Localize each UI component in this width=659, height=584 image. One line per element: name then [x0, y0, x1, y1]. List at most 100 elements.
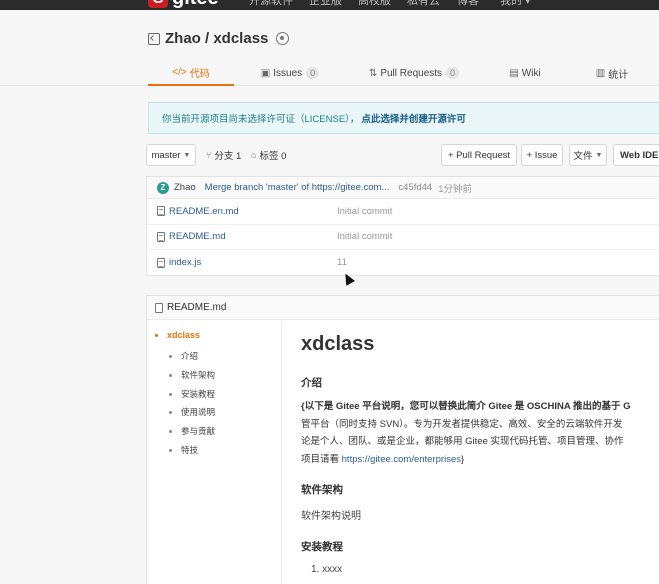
architecture-heading: 软件架构 [301, 484, 343, 496]
toc-item-usage[interactable]: 使用说明 [169, 406, 215, 418]
intro-heading: 介绍 [301, 377, 322, 389]
branch-select[interactable]: master ▼ [146, 144, 196, 166]
pull-requests-count-badge: 0 [446, 67, 460, 79]
tag-icon: ⌂ [251, 150, 257, 160]
repo-icon [148, 32, 160, 45]
toc-label: xdclass [167, 330, 201, 340]
file-commit-message[interactable]: Initial commit [337, 231, 392, 242]
wiki-icon: ▤ [509, 67, 519, 79]
tags-link[interactable]: ⌂ 标签 0 [251, 144, 286, 166]
intro-line-last: 项目请看 https://gitee.com/enterprises} [301, 451, 659, 469]
license-notice: 你当前开源项目尚未选择许可证（LICENSE）， 点此选择并创建开源许可 [148, 102, 659, 134]
recommend-badge-icon[interactable] [276, 32, 290, 45]
enterprises-link[interactable]: https://gitee.com/enterprises [342, 454, 461, 465]
file-icon [157, 206, 165, 217]
nav-enterprise[interactable]: 企业版 [309, 0, 342, 8]
toc-item-architecture[interactable]: 软件架构 [169, 369, 215, 381]
top-navbar: G gitee 开源软件 企业版 高校版 私有云 博客 我的 ▾ [0, 0, 659, 10]
readme-content: xdclass 介绍 {以下是 Gitee 平台说明，您可以替换此简介 Gite… [301, 321, 659, 584]
toc-item-features[interactable]: 特技 [169, 444, 198, 456]
toc-label: 参与贡献 [181, 426, 216, 436]
toc-label: 软件架构 [181, 370, 216, 380]
toc-label: 介绍 [181, 351, 199, 361]
toc-item-install[interactable]: 安装教程 [169, 388, 215, 400]
file-name-link[interactable]: index.js [169, 257, 201, 268]
tab-label: Issues [273, 67, 303, 79]
file-icon [157, 257, 165, 268]
architecture-text: 软件架构说明 [301, 511, 361, 522]
tab-wiki[interactable]: ▤ Wiki [482, 60, 568, 86]
tab-code[interactable]: </> 代码 [148, 60, 234, 86]
file-name-link[interactable]: README.md [169, 231, 225, 242]
branches-count: 分支 1 [214, 151, 242, 162]
files-dropdown[interactable]: 文件 ▼ [569, 144, 607, 166]
commit-time: 1分钟前 [438, 183, 473, 195]
file-row-readme[interactable]: README.md Initial commit [147, 225, 659, 250]
author-avatar[interactable]: Z [157, 181, 169, 194]
chevron-down-icon: ▼ [183, 151, 191, 159]
file-commit-message[interactable]: 11 [337, 257, 347, 268]
toc-item-intro[interactable]: 介绍 [169, 350, 198, 362]
new-issue-button[interactable]: + Issue [521, 144, 563, 166]
commit-hash-link[interactable]: c45fd44 [398, 182, 432, 193]
file-row-readme-en[interactable]: README.en.md Initial commit [147, 199, 659, 225]
toc-label: 特技 [181, 445, 199, 455]
intro-line: {以下是 Gitee 平台说明，您可以替换此简介 Gitee 是 OSCHINA… [301, 401, 631, 412]
repo-name-link[interactable]: Zhao / xdclass [165, 30, 268, 47]
branches-link[interactable]: ⑂ 分支 1 [206, 144, 241, 166]
bullet-icon [155, 333, 158, 337]
nav-open-source[interactable]: 开源软件 [249, 0, 293, 8]
file-row-index-js[interactable]: index.js 11 [147, 250, 659, 276]
bullet-icon [169, 354, 172, 358]
tab-pull-requests[interactable]: ⇅ Pull Requests 0 [346, 60, 482, 86]
readme-toc: xdclass 介绍 软件架构 安装教程 使用说明 参与贡献 特技 [147, 321, 282, 584]
readme-filename: README.md [167, 302, 227, 313]
nav-mine-menu[interactable]: 我的 ▾ [500, 0, 531, 8]
toc-item-xdclass[interactable]: xdclass [155, 330, 200, 340]
bullet-icon [169, 429, 172, 433]
web-ide-button[interactable]: Web IDE [613, 144, 659, 166]
files-label: 文件 [573, 151, 593, 162]
nav-blog[interactable]: 博客 [457, 0, 479, 8]
tab-issues[interactable]: ▣ Issues 0 [234, 60, 346, 86]
toc-label: 安装教程 [181, 389, 216, 399]
commit-author[interactable]: Zhao [174, 182, 196, 193]
intro-text: 项目请看 [301, 453, 342, 465]
bullet-icon [169, 392, 172, 396]
repo-toolbar: master ▼ ⑂ 分支 1 ⌂ 标签 0 + Pull Request + … [146, 144, 659, 166]
pull-request-icon: ⇅ [368, 67, 378, 79]
gitee-logo-mark: G [148, 0, 168, 8]
file-name-link[interactable]: README.en.md [169, 206, 239, 217]
statistics-icon: ▥ [595, 67, 606, 79]
readme-header: README.md [147, 296, 659, 320]
new-pull-request-button[interactable]: + Pull Request [441, 144, 517, 166]
file-icon [155, 302, 163, 313]
file-list: Z Zhao Merge branch 'master' of https://… [146, 176, 659, 276]
tab-label: Wiki [521, 67, 541, 79]
branch-label: master [151, 149, 181, 161]
issues-count-badge: 0 [306, 67, 320, 79]
intro-line: 管平台（同时支持 SVN）。专为开发者提供稳定、高效、安全的云端软件开发 [301, 418, 623, 430]
latest-commit: Z Zhao Merge branch 'master' of https://… [147, 177, 659, 199]
tab-statistics[interactable]: ▥ 统计 [568, 60, 656, 86]
tab-label: 代码 [189, 68, 210, 80]
repo-header: Zhao / xdclass </> 代码 ▣ Issues 0 ⇅ Pull … [0, 10, 659, 86]
repo-title: Zhao / xdclass [148, 30, 290, 47]
tags-count: 标签 0 [259, 151, 287, 162]
file-icon [157, 231, 165, 242]
bullet-icon [169, 448, 172, 452]
intro-text: } [460, 453, 465, 465]
commit-message-link[interactable]: Merge branch 'master' of https://gitee.c… [205, 182, 390, 193]
create-license-link[interactable]: 点此选择并创建开源许可 [361, 111, 466, 125]
intro-paragraph: {以下是 Gitee 平台说明，您可以替换此简介 Gitee 是 OSCHINA… [301, 398, 659, 468]
file-commit-message[interactable]: Initial commit [337, 206, 392, 217]
readme-title: xdclass [301, 333, 375, 355]
tab-label: 统计 [608, 69, 629, 81]
toc-item-contribute[interactable]: 参与贡献 [169, 425, 215, 437]
repo-tabs: </> 代码 ▣ Issues 0 ⇅ Pull Requests 0 ▤ Wi… [148, 60, 659, 86]
nav-university[interactable]: 高校版 [358, 0, 391, 8]
issues-icon: ▣ [260, 67, 271, 79]
gitee-logo[interactable]: G gitee [148, 0, 219, 8]
nav-private-cloud[interactable]: 私有云 [407, 0, 440, 8]
branch-icon: ⑂ [206, 150, 212, 160]
